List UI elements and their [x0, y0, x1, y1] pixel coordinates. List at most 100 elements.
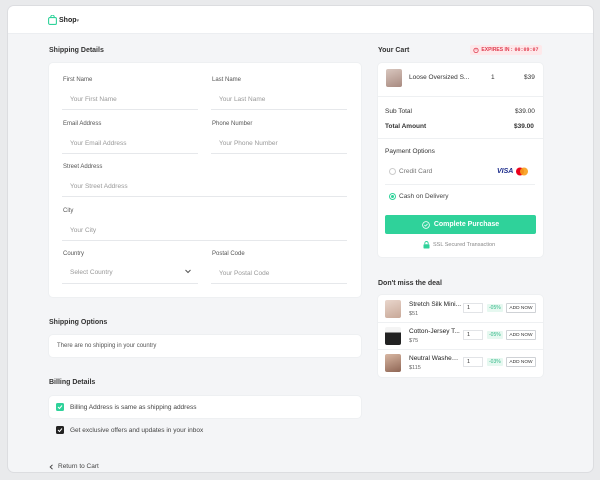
postal-field [211, 262, 347, 284]
phone-label: Phone Number [212, 121, 253, 127]
deal-discount-badge: -05% [487, 331, 503, 339]
return-to-cart-label: Return to Cart [58, 463, 99, 470]
billing-same-row[interactable]: Billing Address is same as shipping addr… [56, 403, 196, 411]
deal-qty-input[interactable]: 1 [463, 357, 483, 367]
phone-input[interactable] [211, 133, 347, 154]
shipping-details-title: Shipping Details [49, 47, 104, 54]
expires-timer: 00:09:07 [514, 47, 539, 53]
brand-name: Shop [59, 16, 77, 24]
billing-same-checkbox[interactable] [56, 403, 64, 411]
last-name-input[interactable] [211, 89, 347, 110]
deal-item-name[interactable]: Stretch Silk Mini... [409, 301, 461, 308]
expires-badge: EXPIRES IN : 00:09:07 [470, 45, 542, 55]
check-circle-icon [422, 220, 430, 229]
divider [378, 138, 543, 139]
cart-item-image [386, 69, 402, 87]
return-to-cart-link[interactable]: Return to Cart [49, 463, 99, 470]
last-name-field [211, 88, 347, 110]
divider [385, 184, 535, 185]
chevron-down-icon [185, 269, 191, 274]
visa-logo: VISA [497, 168, 514, 175]
email-label: Email Address [63, 121, 102, 127]
cash-on-delivery-radio[interactable] [389, 193, 396, 200]
stopwatch-icon [473, 47, 480, 53]
city-input[interactable] [62, 220, 347, 241]
cash-on-delivery-label: Cash on Delivery [399, 193, 449, 200]
first-name-label: First Name [63, 77, 93, 83]
city-field [62, 219, 347, 241]
mastercard-icon [516, 167, 528, 176]
deal-item-price: $75 [409, 338, 419, 344]
complete-purchase-button[interactable]: Complete Purchase [385, 215, 536, 234]
ssl-label: SSL Secured Transaction [433, 242, 496, 248]
street-input[interactable] [62, 176, 347, 197]
deal-item: Neutral Washed ... $115 1 -03% ADD NOW [385, 352, 537, 374]
deal-item-image [385, 327, 401, 345]
app-window: Shop▾ Shipping Details First Name Last N… [0, 0, 600, 480]
add-now-button[interactable]: ADD NOW [506, 357, 536, 367]
deal-item: Cotton-Jersey T... $75 1 -05% ADD NOW [385, 325, 537, 347]
subtotal-label: Sub Total [385, 108, 412, 115]
street-label: Street Address [63, 164, 103, 170]
complete-purchase-label: Complete Purchase [433, 221, 500, 228]
total-label: Total Amount [385, 123, 427, 130]
city-label: City [63, 208, 74, 214]
country-select-value: Select Country [70, 269, 113, 276]
shopping-bag-icon [48, 15, 57, 25]
deal-item-image [385, 300, 401, 318]
total-value: $39.00 [514, 123, 534, 130]
payment-cod-row[interactable]: Cash on Delivery [385, 188, 535, 206]
top-bar [8, 6, 593, 34]
add-now-button[interactable]: ADD NOW [506, 303, 536, 313]
offers-checkbox[interactable] [56, 426, 64, 434]
divider [378, 349, 543, 350]
subtotal-value: $39.00 [515, 108, 535, 115]
offers-label: Get exclusive offers and updates in your… [70, 426, 204, 434]
deal-item-name[interactable]: Neutral Washed ... [409, 355, 461, 362]
divider [378, 96, 543, 97]
deal-discount-badge: -03% [487, 358, 503, 366]
first-name-input[interactable] [62, 89, 198, 110]
lock-icon [423, 241, 430, 249]
offers-row[interactable]: Get exclusive offers and updates in your… [56, 426, 203, 434]
deal-discount-badge: -05% [487, 304, 503, 312]
last-name-label: Last Name [212, 77, 242, 83]
billing-same-label: Billing Address is same as shipping addr… [70, 403, 197, 411]
cart-item-qty: 1 [491, 74, 495, 81]
your-cart-title: Your Cart [378, 47, 410, 54]
deal-qty-input[interactable]: 1 [463, 303, 483, 313]
first-name-field [62, 88, 198, 110]
phone-field [211, 132, 347, 154]
email-field [62, 132, 198, 154]
check-icon [57, 405, 63, 410]
add-now-button[interactable]: ADD NOW [506, 330, 536, 340]
shop-logo[interactable]: Shop▾ [48, 15, 79, 25]
country-select[interactable]: Select Country [62, 262, 198, 284]
country-label: Country [63, 251, 85, 257]
deal-item: Stretch Silk Mini... $51 1 -05% ADD NOW [385, 298, 537, 320]
deal-item-image [385, 354, 401, 372]
expires-label: EXPIRES IN : [481, 47, 513, 53]
deal-item-price: $115 [409, 365, 421, 371]
email-input[interactable] [62, 133, 198, 154]
payment-credit-row[interactable]: Credit Card VISA [385, 163, 535, 181]
no-shipping-message: There are no shipping in your country [57, 343, 157, 349]
deal-item-price: $51 [409, 311, 419, 317]
chevron-left-icon [49, 463, 53, 470]
cart-item-price: $39 [524, 74, 535, 81]
deal-qty-input[interactable]: 1 [463, 330, 483, 340]
cart-item-name[interactable]: Loose Oversized S... [409, 74, 469, 81]
shipping-options-card: There are no shipping in your country [49, 335, 361, 357]
ssl-note: SSL Secured Transaction [423, 241, 495, 249]
shipping-options-title: Shipping Options [49, 319, 108, 326]
chevron-down-icon: ▾ [76, 17, 80, 24]
deal-item-name[interactable]: Cotton-Jersey T... [409, 328, 461, 335]
deals-title: Don't miss the deal [378, 280, 442, 287]
payment-options-title: Payment Options [385, 148, 435, 155]
billing-details-title: Billing Details [49, 379, 96, 386]
postal-input[interactable] [211, 263, 347, 284]
check-icon [57, 428, 63, 433]
divider [378, 322, 543, 323]
credit-card-radio[interactable] [389, 168, 396, 175]
postal-label: Postal Code [212, 251, 245, 257]
